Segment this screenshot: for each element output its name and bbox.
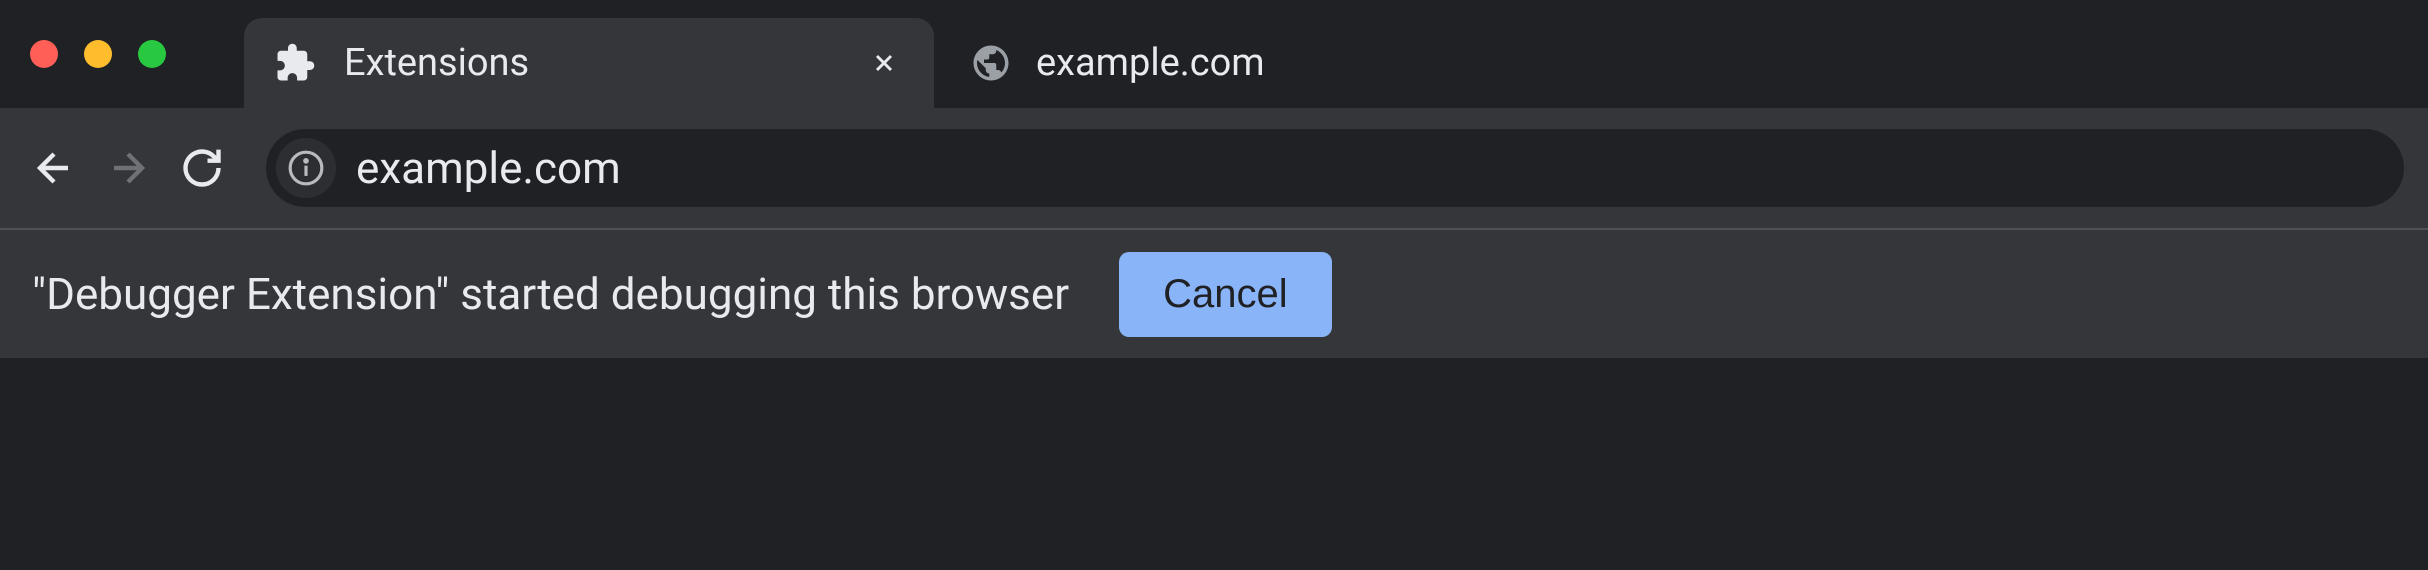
window-controls <box>30 40 166 68</box>
close-tab-button[interactable] <box>864 43 904 83</box>
globe-icon <box>970 42 1012 84</box>
tab-title: example.com <box>1036 41 1265 85</box>
address-bar[interactable]: example.com <box>266 129 2404 207</box>
minimize-window-button[interactable] <box>84 40 112 68</box>
maximize-window-button[interactable] <box>138 40 166 68</box>
tab-example[interactable]: example.com <box>934 18 1295 108</box>
site-info-button[interactable] <box>276 138 336 198</box>
reload-button[interactable] <box>172 138 232 198</box>
puzzle-icon <box>274 42 316 84</box>
url-text: example.com <box>356 142 2390 194</box>
tab-title: Extensions <box>344 41 836 85</box>
tabs-container: Extensions example.com <box>244 0 1295 108</box>
back-button[interactable] <box>24 138 84 198</box>
tab-extensions[interactable]: Extensions <box>244 18 934 108</box>
toolbar: example.com <box>0 108 2428 228</box>
cancel-button[interactable]: Cancel <box>1119 252 1332 337</box>
notification-message: "Debugger Extension" started debugging t… <box>32 268 1069 320</box>
debugger-notification: "Debugger Extension" started debugging t… <box>0 228 2428 358</box>
forward-button[interactable] <box>98 138 158 198</box>
close-window-button[interactable] <box>30 40 58 68</box>
tab-bar: Extensions example.com <box>0 0 2428 108</box>
